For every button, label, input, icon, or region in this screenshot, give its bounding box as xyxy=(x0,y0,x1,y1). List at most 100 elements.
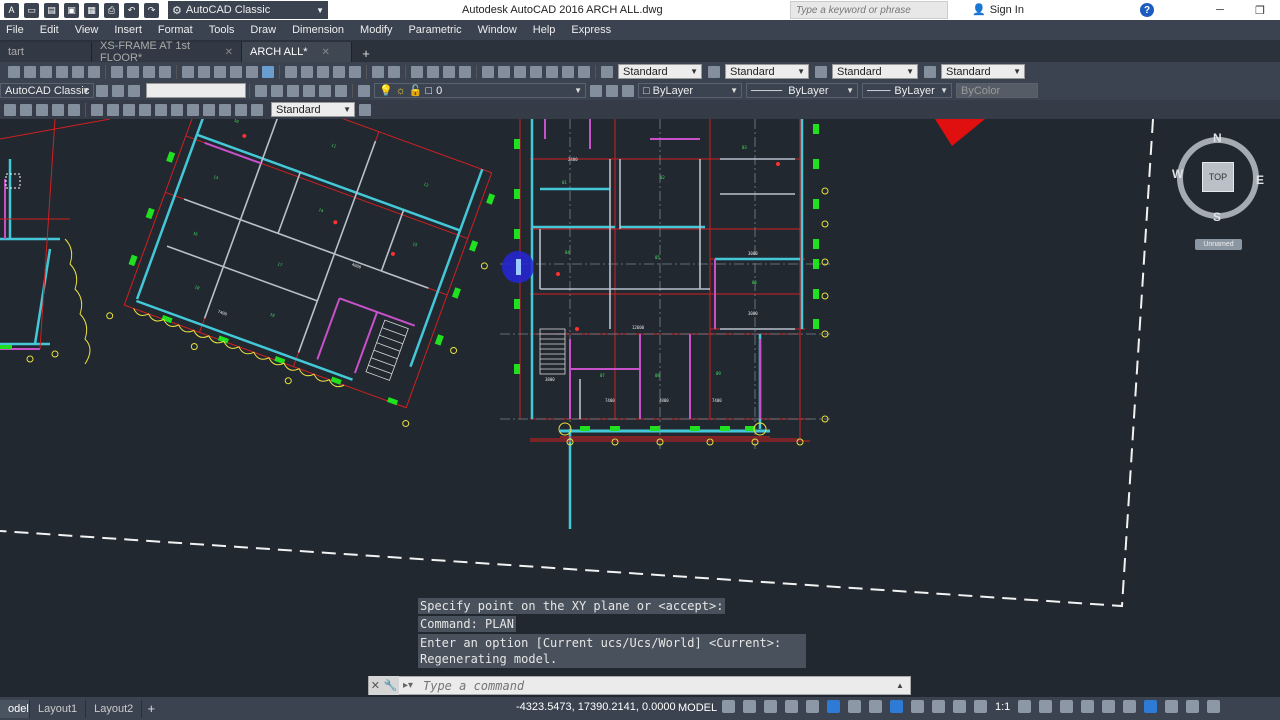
tab-layout2[interactable]: Layout2 xyxy=(86,699,143,718)
close-icon[interactable]: ✕ xyxy=(371,679,380,692)
viewcube-top-face[interactable]: TOP xyxy=(1202,162,1234,192)
isolate-objects-icon[interactable] xyxy=(1144,700,1158,713)
menu-parametric[interactable]: Parametric xyxy=(408,24,461,36)
compass-east[interactable]: E xyxy=(1256,173,1264,187)
menu-edit[interactable]: Edit xyxy=(40,24,59,36)
command-prompt-icon[interactable]: ▸▾ xyxy=(399,680,421,691)
layer-dropdown[interactable]: 💡 ☼ 🔓 □ 0 ▼ xyxy=(374,83,586,98)
menu-window[interactable]: Window xyxy=(478,24,517,36)
markup-icon[interactable] xyxy=(546,65,558,78)
visual-style-dropdown[interactable]: Standard ▼ xyxy=(271,102,355,117)
brush-icon[interactable] xyxy=(333,65,345,78)
matchprop-icon[interactable] xyxy=(159,65,171,78)
compass-west[interactable]: W xyxy=(1172,167,1183,181)
undo-icon[interactable] xyxy=(372,65,384,78)
line-icon[interactable] xyxy=(4,103,16,116)
ucs-menu[interactable]: Unnamed xyxy=(1195,239,1242,250)
dim-edit-icon[interactable] xyxy=(251,103,263,116)
preview-icon[interactable] xyxy=(72,65,84,78)
publish-icon[interactable] xyxy=(88,65,100,78)
block-editor-icon[interactable] xyxy=(349,65,361,78)
polar-icon[interactable] xyxy=(827,700,840,713)
annotation-scale[interactable]: 1:1 xyxy=(995,701,1010,713)
snap-icon[interactable] xyxy=(743,700,756,713)
customization-icon[interactable] xyxy=(1207,700,1221,713)
infer-constraints-icon[interactable] xyxy=(764,700,777,713)
arc-icon[interactable] xyxy=(36,103,48,116)
undo-icon[interactable]: ↶ xyxy=(124,2,139,18)
dynamic-input-icon[interactable] xyxy=(785,700,798,713)
polyline-icon[interactable] xyxy=(68,103,80,116)
text-style-dropdown[interactable]: Standard ▼ xyxy=(618,64,702,79)
layer-unisolate-icon[interactable] xyxy=(303,84,315,97)
layer-isolate-icon[interactable] xyxy=(287,84,299,97)
command-line-grip[interactable]: ✕ 🔧 xyxy=(369,676,399,695)
tolerance-icon[interactable] xyxy=(219,103,231,116)
close-icon[interactable]: ✕ xyxy=(321,47,329,58)
pan-icon[interactable] xyxy=(411,65,423,78)
rectangle-icon[interactable] xyxy=(182,65,194,78)
table-style-dropdown[interactable]: Standard ▼ xyxy=(832,64,918,79)
menu-draw[interactable]: Draw xyxy=(250,24,276,36)
lock-ui-icon[interactable] xyxy=(1123,700,1137,713)
layer-walk-icon[interactable] xyxy=(622,84,634,97)
leader-icon[interactable] xyxy=(203,103,215,116)
paste-clip-icon[interactable] xyxy=(317,65,329,78)
design-center-icon[interactable] xyxy=(498,65,510,78)
dimension-icon[interactable] xyxy=(187,103,199,116)
chevron-up-icon[interactable]: ▲ xyxy=(896,681,910,690)
menu-tools[interactable]: Tools xyxy=(209,24,235,36)
clean-screen-icon[interactable] xyxy=(1186,700,1200,713)
layer-freeze-icon[interactable] xyxy=(335,84,347,97)
menu-view[interactable]: View xyxy=(75,24,99,36)
transparency-icon[interactable] xyxy=(932,700,945,713)
color-dropdown[interactable]: □ ByLayer ▼ xyxy=(638,83,742,98)
viewcube[interactable]: N S E W TOP xyxy=(1170,130,1270,230)
menu-insert[interactable]: Insert xyxy=(114,24,142,36)
redo-icon[interactable] xyxy=(388,65,400,78)
plot-icon[interactable] xyxy=(56,65,68,78)
tab-xs-frame[interactable]: XS-FRAME AT 1st FLOOR* ✕ xyxy=(92,40,242,64)
mleader-style-icon[interactable] xyxy=(924,65,936,78)
center-mark-icon[interactable] xyxy=(235,103,247,116)
zoom-realtime-icon[interactable] xyxy=(427,65,439,78)
model-space-button[interactable]: MODEL xyxy=(673,699,722,717)
table-icon[interactable] xyxy=(155,103,167,116)
menu-format[interactable]: Format xyxy=(158,24,193,36)
scissors-icon[interactable] xyxy=(285,65,297,78)
layer-previous-icon[interactable] xyxy=(271,84,283,97)
linetype-dropdown[interactable]: ──── ByLayer ▼ xyxy=(746,83,858,98)
save-as-icon[interactable]: ▦ xyxy=(84,2,99,18)
gradient-icon[interactable] xyxy=(123,103,135,116)
zoom-window-icon[interactable] xyxy=(443,65,455,78)
dim-update-icon[interactable] xyxy=(359,103,371,116)
save-icon[interactable] xyxy=(40,65,52,78)
tab-model[interactable]: odel xyxy=(0,699,30,718)
wrench-icon[interactable]: 🔧 xyxy=(384,679,398,692)
layer-match-icon[interactable] xyxy=(606,84,618,97)
workspace-settings-icon[interactable] xyxy=(96,84,108,97)
plus-icon[interactable] xyxy=(1039,700,1053,713)
region-icon[interactable] xyxy=(139,103,151,116)
open-file-icon[interactable]: ▤ xyxy=(44,2,59,18)
selection-cycling-icon[interactable] xyxy=(953,700,966,713)
circle-icon[interactable] xyxy=(20,103,32,116)
quickcalc-icon[interactable] xyxy=(562,65,574,78)
point-icon[interactable] xyxy=(91,103,103,116)
publish-3d-icon[interactable] xyxy=(262,65,274,78)
menu-dimension[interactable]: Dimension xyxy=(292,24,344,36)
copy-clip-icon[interactable] xyxy=(301,65,313,78)
properties-icon[interactable] xyxy=(482,65,494,78)
object-snap-tracking-icon[interactable] xyxy=(869,700,882,713)
print-icon[interactable] xyxy=(230,65,242,78)
open-icon[interactable] xyxy=(24,65,36,78)
isodraft-icon[interactable] xyxy=(848,700,861,713)
zoom-previous-icon[interactable] xyxy=(459,65,471,78)
mleader-style-dropdown[interactable]: Standard ▼ xyxy=(941,64,1025,79)
grid-icon[interactable] xyxy=(722,700,735,713)
cut-icon[interactable] xyxy=(111,65,123,78)
maximize-icon[interactable]: ❐ xyxy=(1240,0,1280,20)
layer-properties-icon[interactable] xyxy=(255,84,267,97)
hatch-icon[interactable] xyxy=(107,103,119,116)
print-icon[interactable]: ⎙ xyxy=(104,2,119,18)
